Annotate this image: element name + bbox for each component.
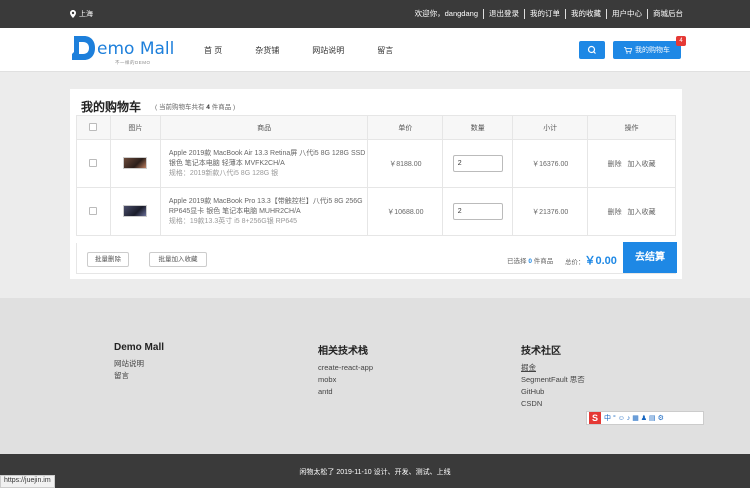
logo-d-icon xyxy=(72,36,95,60)
cart-subtitle-prefix: ( 当前购物车共有 xyxy=(155,104,205,111)
add-favorite-link[interactable]: 加入收藏 xyxy=(628,161,656,168)
total-label: 总价： xyxy=(565,259,585,266)
product-name[interactable]: Apple 2019款 MacBook Pro 13.3【带触控栏】八代i5 8… xyxy=(169,197,368,217)
admin-link[interactable]: 商城后台 xyxy=(647,9,688,19)
cart-table: 图片 商品 单价 数量 小计 操作 Apple 2019款 MacBook Ai… xyxy=(76,115,676,236)
footer-link-about[interactable]: 网站说明 xyxy=(114,358,164,370)
logo-text: emo Mall xyxy=(97,39,175,59)
unit-price: ￥8188.00 xyxy=(367,139,444,188)
table-row: Apple 2019款 MacBook Air 13.3 Retina屏 八代i… xyxy=(76,139,676,188)
nav-grocery[interactable]: 杂货铺 xyxy=(255,45,279,56)
my-favorites-link[interactable]: 我的收藏 xyxy=(565,9,606,19)
batch-favorite-button[interactable]: 批量加入收藏 xyxy=(149,252,207,267)
logo-subtitle: 不一样的DEMO xyxy=(115,60,151,65)
location-label: 上海 xyxy=(79,11,93,18)
nav-about[interactable]: 网站说明 xyxy=(312,45,344,56)
quantity-input[interactable]: 2 xyxy=(452,203,503,220)
footer-link-csdn[interactable]: CSDN xyxy=(521,398,585,410)
nav-home[interactable]: 首 页 xyxy=(204,45,222,56)
add-favorite-link[interactable]: 加入收藏 xyxy=(628,209,656,216)
product-thumbnail[interactable] xyxy=(123,156,148,169)
footer-col-title: 相关技术栈 xyxy=(318,346,368,357)
copyright-bar: 闲物太松了 2019-11-10 设计、开发、测试、上线 xyxy=(0,454,750,488)
top-bar: 上海 欢迎你，dangdang 退出登录 我的订单 我的收藏 用户中心 商城后台 xyxy=(0,0,750,28)
cart-title: 我的购物车 xyxy=(81,100,142,114)
product-spec: 规格：19款13.3英寸 i5 8+256G银 RP645 xyxy=(168,217,298,225)
cart-subtitle: ( 当前购物车共有 4 件商品 ) xyxy=(155,101,235,111)
product-spec: 规格：2019新款八代i5 8G 128G 银 xyxy=(168,169,279,177)
cart-label: 我的购物车 xyxy=(635,47,670,54)
user-center-link[interactable]: 用户中心 xyxy=(606,9,647,19)
unit-price: ￥10688.00 xyxy=(367,187,444,236)
copyright-text: 闲物太松了 2019-11-10 设计、开发、测试、上线 xyxy=(299,469,451,476)
row-subtotal: ￥16376.00 xyxy=(512,139,589,188)
row-subtotal: ￥21376.00 xyxy=(512,187,589,236)
cart-count-badge: 4 xyxy=(676,36,686,46)
col-product: 商品 xyxy=(159,115,369,140)
col-actions: 操作 xyxy=(587,115,676,140)
selected-suffix: 件商品 xyxy=(533,258,554,265)
footer-link-antd[interactable]: antd xyxy=(318,386,373,398)
footer-link-juejin[interactable]: 掘金 xyxy=(521,362,585,374)
location-pin-icon xyxy=(70,10,76,18)
footer-col-mall: Demo Mall 网站说明 留言 xyxy=(114,342,164,382)
select-all-checkbox[interactable] xyxy=(89,122,98,131)
logo[interactable]: emo Mall 不一样的DEMO xyxy=(70,34,180,66)
welcome-user[interactable]: 欢迎你，dangdang xyxy=(410,9,483,19)
my-cart-button[interactable]: 我的购物车 xyxy=(613,41,681,59)
checkout-button[interactable]: 去结算 xyxy=(623,242,677,273)
table-row: Apple 2019款 MacBook Pro 13.3【带触控栏】八代i5 8… xyxy=(76,187,676,236)
table-header: 图片 商品 单价 数量 小计 操作 xyxy=(76,115,676,140)
col-price: 单价 xyxy=(367,115,444,140)
header: emo Mall 不一样的DEMO 首 页 杂货铺 网站说明 留言 我的购物车 … xyxy=(0,28,750,72)
col-subtotal: 小计 xyxy=(512,115,589,140)
product-thumbnail[interactable] xyxy=(123,204,148,217)
cart-footer-bar: 批量删除 批量加入收藏 已选择 0 件商品 总价：￥0.00 去结算 xyxy=(76,242,677,274)
cart-icon xyxy=(624,46,632,54)
batch-delete-button[interactable]: 批量删除 xyxy=(87,252,129,267)
delete-link[interactable]: 删除 xyxy=(608,161,622,168)
top-links: 欢迎你，dangdang 退出登录 我的订单 我的收藏 用户中心 商城后台 xyxy=(410,9,688,19)
footer-link-github[interactable]: GitHub xyxy=(521,386,585,398)
selected-prefix: 已选择 xyxy=(507,258,527,265)
selected-count: 0 xyxy=(528,258,532,265)
ime-toolbar[interactable]: S 中 ° ☺ ♪ ▦ ♟ ▤ ⚙ xyxy=(586,411,704,425)
search-icon xyxy=(587,45,596,54)
main-nav: 首 页 杂货铺 网站说明 留言 xyxy=(204,45,426,56)
footer-link-cra[interactable]: create-react-app xyxy=(318,362,373,374)
footer-col-title: Demo Mall xyxy=(114,342,165,353)
site-footer: Demo Mall 网站说明 留言 相关技术栈 create-react-app… xyxy=(0,298,750,454)
footer-col-community: 技术社区 掘金 SegmentFault 思否 GitHub CSDN xyxy=(521,342,585,410)
selected-info: 已选择 0 件商品 xyxy=(507,255,553,265)
sogou-ime-icon: S xyxy=(589,412,601,424)
cart-subtitle-count: 4 xyxy=(206,104,210,111)
location[interactable]: 上海 xyxy=(70,9,93,19)
product-name[interactable]: Apple 2019款 MacBook Air 13.3 Retina屏 八代i… xyxy=(169,149,368,169)
search-button[interactable] xyxy=(579,41,605,59)
footer-col-title: 技术社区 xyxy=(521,346,561,357)
nav-message[interactable]: 留言 xyxy=(377,45,393,56)
footer-link-segmentfault[interactable]: SegmentFault 思否 xyxy=(521,374,585,386)
total-value: ￥0.00 xyxy=(584,255,617,267)
row-checkbox[interactable] xyxy=(89,206,98,215)
footer-link-mobx[interactable]: mobx xyxy=(318,374,373,386)
my-orders-link[interactable]: 我的订单 xyxy=(524,9,565,19)
cart-subtitle-suffix: 件商品 ) xyxy=(211,104,236,111)
col-image: 图片 xyxy=(109,115,161,140)
col-quantity: 数量 xyxy=(442,115,514,140)
row-checkbox[interactable] xyxy=(89,158,98,167)
footer-col-tech: 相关技术栈 create-react-app mobx antd xyxy=(318,342,373,398)
select-all-cell xyxy=(76,115,111,140)
footer-link-message[interactable]: 留言 xyxy=(114,370,164,382)
cart-panel: 我的购物车 ( 当前购物车共有 4 件商品 ) 图片 商品 单价 数量 小计 操… xyxy=(70,89,682,279)
delete-link[interactable]: 删除 xyxy=(608,209,622,216)
ime-toolbar-icons: 中 ° ☺ ♪ ▦ ♟ ▤ ⚙ xyxy=(604,415,664,422)
quantity-input[interactable]: 2 xyxy=(452,155,503,172)
logout-link[interactable]: 退出登录 xyxy=(483,9,524,19)
total-price: 总价：￥0.00 xyxy=(565,252,617,268)
status-url: https://juejin.im xyxy=(0,475,55,488)
